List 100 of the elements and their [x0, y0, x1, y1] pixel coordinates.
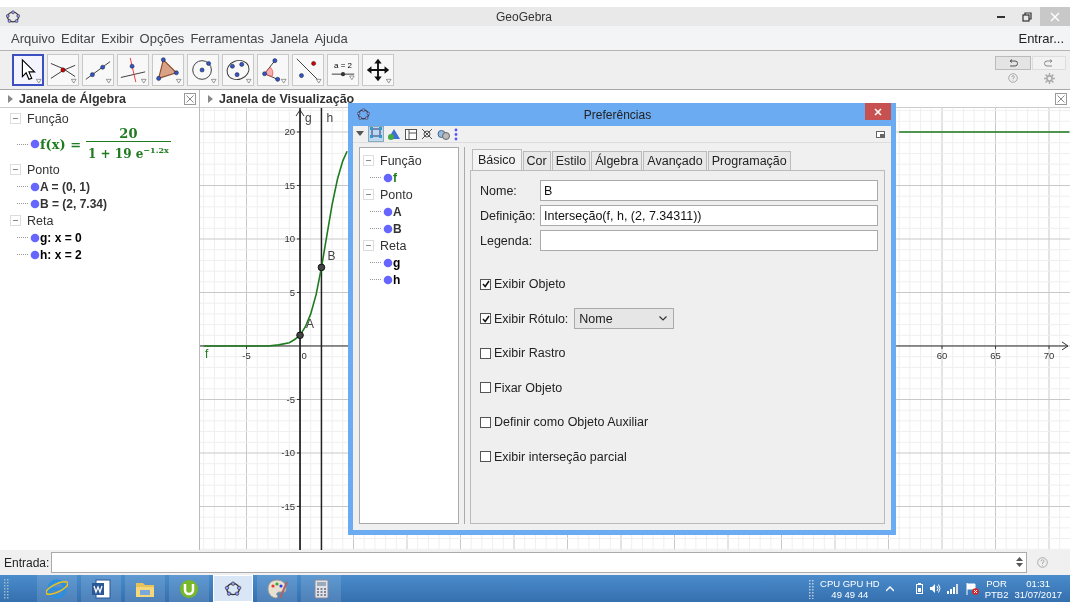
- tick-label: 5: [289, 286, 296, 298]
- text-field[interactable]: Interseção(f, h, (2, 7.34311)): [540, 205, 878, 226]
- category-label: Ponto: [380, 187, 413, 202]
- tab[interactable]: Álgebra: [591, 151, 643, 170]
- expand-icon[interactable]: [208, 94, 213, 103]
- function-label: f: [205, 346, 209, 361]
- visibility-dot[interactable]: [30, 232, 40, 243]
- language-indicator[interactable]: POR: [986, 577, 1007, 589]
- menu-item[interactable]: Ferramentas: [187, 30, 268, 46]
- document-icon: [90, 577, 112, 600]
- globe-icon: [46, 577, 68, 600]
- menu-item[interactable]: Janela: [267, 30, 312, 46]
- text-field[interactable]: B: [540, 180, 878, 201]
- four-way-arrow-icon: [364, 56, 392, 84]
- checkbox[interactable]: [480, 347, 491, 359]
- menu-item[interactable]: Opções: [136, 30, 188, 46]
- checkbox[interactable]: [480, 382, 491, 394]
- collapse-icon[interactable]: [363, 240, 374, 251]
- tab[interactable]: Estilo: [551, 151, 591, 170]
- login-link[interactable]: Entrar...: [1018, 30, 1064, 46]
- close-icon[interactable]: [184, 92, 196, 105]
- object-name[interactable]: B: [393, 221, 402, 236]
- panel-title: Janela de Álgebra: [19, 91, 127, 106]
- collapse-icon[interactable]: [363, 155, 374, 166]
- visibility-dot[interactable]: [30, 139, 40, 149]
- dock-icon[interactable]: [876, 130, 885, 138]
- menu-item[interactable]: Exibir: [98, 30, 137, 46]
- checkbox[interactable]: [480, 451, 491, 463]
- tick-label: -5: [242, 349, 251, 361]
- taskbar-app[interactable]: [213, 575, 253, 602]
- object-name[interactable]: g: [393, 255, 401, 270]
- input-field[interactable]: [51, 552, 1027, 573]
- object-name[interactable]: f: [393, 170, 397, 185]
- text-field[interactable]: [540, 230, 878, 251]
- category-label: Função: [380, 153, 422, 168]
- caret-icon[interactable]: [356, 131, 364, 137]
- line-label: h: [326, 111, 334, 125]
- menu-item[interactable]: Ajuda: [311, 30, 351, 46]
- object-name[interactable]: h: [393, 272, 401, 287]
- tool-button[interactable]: a = 2: [327, 54, 359, 86]
- checkbox-label: Exibir interseção parcial: [494, 449, 627, 464]
- flag-icon[interactable]: [965, 582, 979, 595]
- taskbar-app[interactable]: [169, 575, 209, 602]
- close-icon[interactable]: [1055, 92, 1067, 105]
- tick-label: 10: [284, 233, 296, 245]
- undo-button[interactable]: [995, 56, 1031, 70]
- tab[interactable]: Cor: [522, 151, 551, 170]
- clock-date[interactable]: 31/07/2017: [1014, 588, 1062, 600]
- menu-item[interactable]: Editar: [58, 30, 99, 46]
- checkbox[interactable]: [480, 416, 491, 428]
- category-label: Função: [27, 111, 69, 126]
- minimize-icon: [997, 15, 1005, 18]
- clock-time[interactable]: 01:31: [1026, 577, 1051, 589]
- taskbar-app[interactable]: [301, 575, 341, 602]
- visibility-dot[interactable]: [383, 274, 393, 285]
- angle-icon: [259, 56, 287, 84]
- tool-button[interactable]: [12, 54, 44, 86]
- signal-icon[interactable]: [946, 583, 960, 594]
- palette-icon: [266, 577, 288, 600]
- menu-item[interactable]: Arquivo: [8, 30, 59, 46]
- slider-icon: [329, 69, 357, 82]
- perpendicular-line-icon: [119, 56, 147, 84]
- expand-icon[interactable]: [8, 94, 13, 103]
- checkbox[interactable]: [480, 278, 491, 290]
- taskbar-app[interactable]: [81, 575, 121, 602]
- collapse-icon[interactable]: [10, 113, 21, 124]
- visibility-dot[interactable]: [383, 223, 393, 234]
- visibility-dot[interactable]: [30, 181, 40, 192]
- more-icon[interactable]: [454, 127, 458, 141]
- tick-label: 70: [1043, 349, 1055, 361]
- triangle-icon[interactable]: [388, 128, 401, 140]
- object-name[interactable]: A: [393, 204, 402, 219]
- visibility-dot[interactable]: [30, 249, 40, 260]
- redo-icon: [1043, 59, 1055, 67]
- gears-icon[interactable]: [437, 128, 450, 140]
- visibility-dot[interactable]: [383, 257, 393, 268]
- visibility-dot[interactable]: [383, 172, 393, 183]
- visibility-dot[interactable]: [30, 198, 40, 209]
- network-icon[interactable]: [421, 128, 433, 140]
- line-reflection-icon: [294, 56, 322, 84]
- visibility-dot[interactable]: [383, 206, 393, 217]
- frame-icon: [370, 127, 382, 138]
- dropdown[interactable]: Nome: [574, 308, 675, 330]
- tab[interactable]: Programação: [707, 151, 791, 170]
- chevron-up-icon[interactable]: [885, 585, 894, 592]
- collapse-icon[interactable]: [10, 164, 21, 175]
- tab[interactable]: Avançado: [643, 151, 707, 170]
- close-button[interactable]: [865, 103, 891, 120]
- volume-icon[interactable]: [928, 583, 941, 594]
- field-label: Legenda:: [480, 233, 534, 248]
- checkbox[interactable]: [480, 313, 491, 325]
- spinner-icon[interactable]: [1016, 557, 1023, 567]
- collapse-icon[interactable]: [363, 189, 374, 200]
- taskbar-app[interactable]: [257, 575, 297, 602]
- collapse-icon[interactable]: [10, 215, 21, 226]
- keyboard-layout[interactable]: PTB2: [984, 588, 1009, 600]
- checkmark-icon: [481, 314, 490, 323]
- battery-icon[interactable]: [915, 583, 923, 594]
- layout-icon[interactable]: [405, 128, 417, 140]
- tab[interactable]: Básico: [472, 149, 522, 170]
